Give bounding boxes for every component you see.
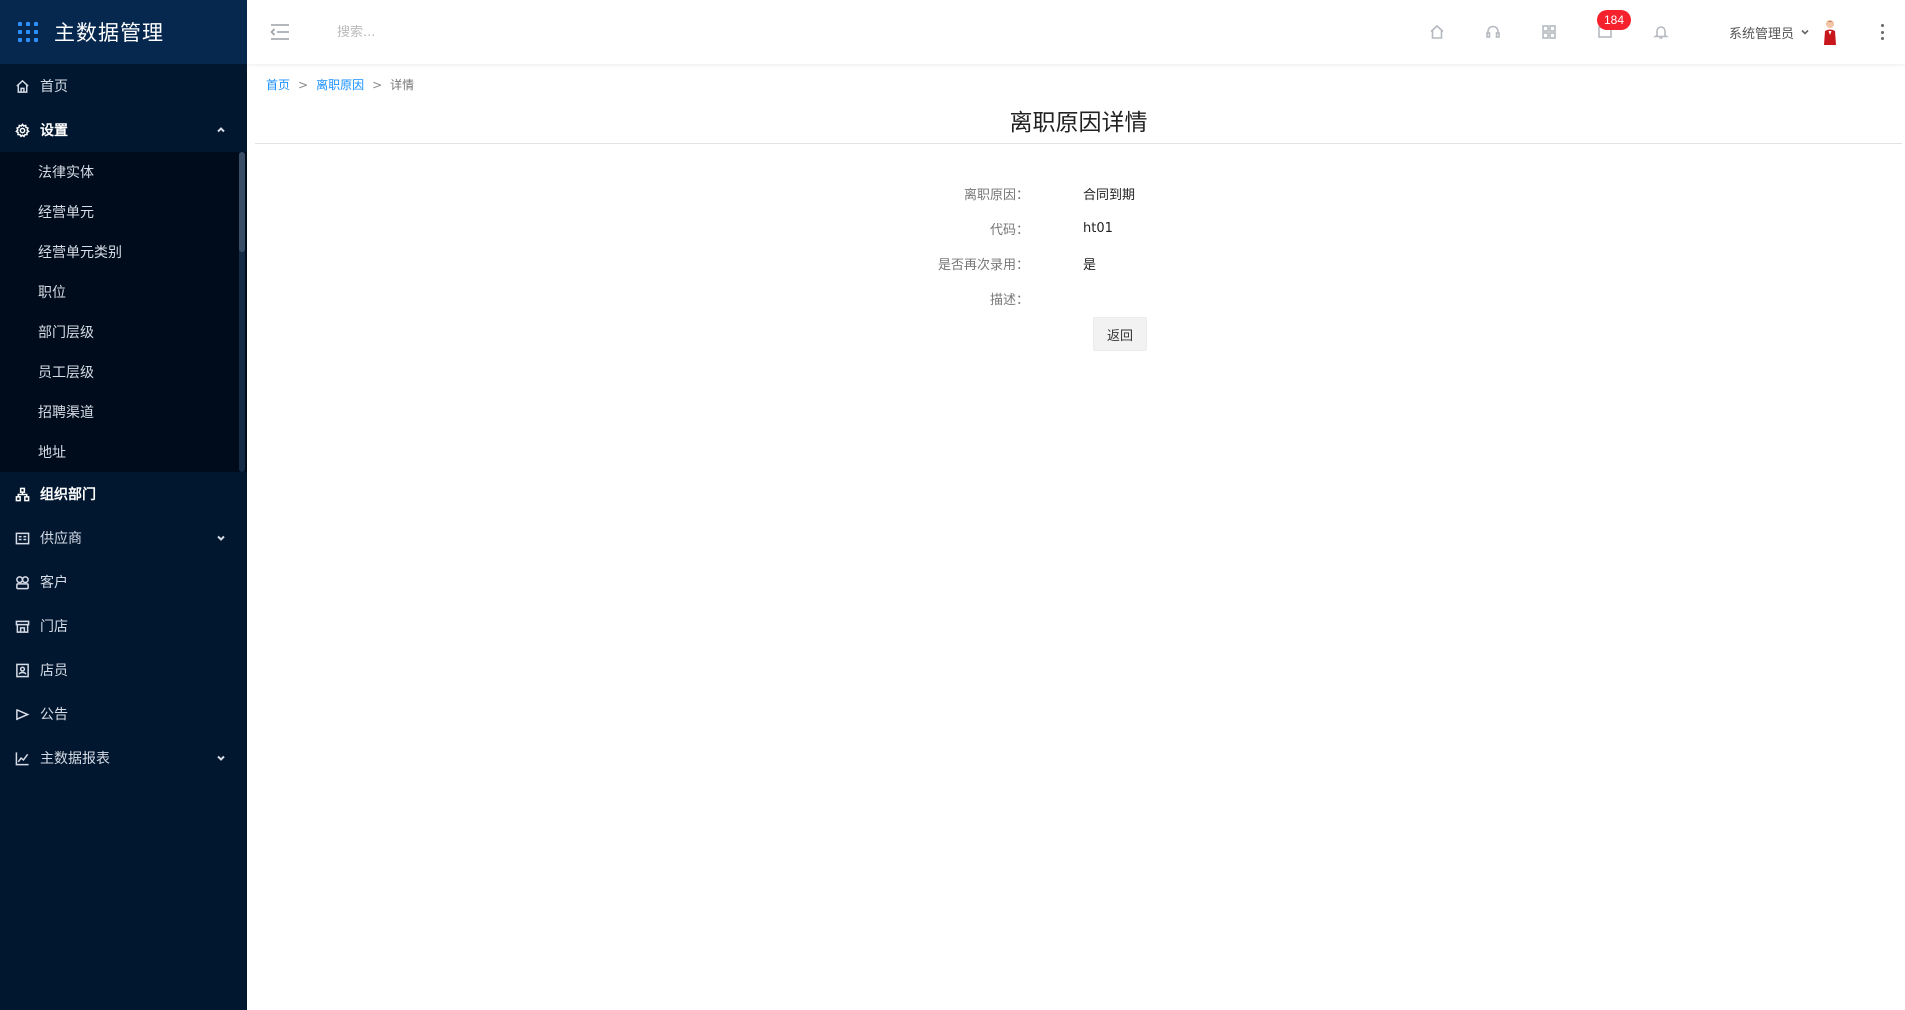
more-vertical-icon[interactable] <box>1879 24 1885 40</box>
announcement-icon <box>14 706 30 722</box>
sidebar-item-clerk[interactable]: 店员 <box>0 648 247 692</box>
chevron-down-icon <box>1800 27 1810 37</box>
detail-row: 描述： <box>247 288 1905 308</box>
sidebar-item-label: 门店 <box>40 619 68 635</box>
sidebar: 主数据管理 首页 设置 法律实体 经营单元 经营单元类别 职位 部门层级 员工层… <box>0 0 247 1010</box>
main-content: 首页 > 离职原因 > 详情 离职原因详情 离职原因： 合同到期 代码： ht0… <box>247 64 1905 1010</box>
field-label: 代码： <box>989 222 1029 238</box>
home-icon[interactable] <box>1427 22 1447 42</box>
settings-submenu: 法律实体 经营单元 经营单元类别 职位 部门层级 员工层级 招聘渠道 地址 <box>0 152 247 472</box>
sidebar-item-label: 店员 <box>40 663 68 679</box>
field-value: 合同到期 <box>1083 187 1136 203</box>
org-chart-icon <box>14 486 30 502</box>
field-label: 描述： <box>989 292 1029 308</box>
sidebar-item-settings[interactable]: 设置 <box>0 108 247 152</box>
detail-row: 是否再次录用： 是 <box>247 253 1905 273</box>
chevron-down-icon <box>215 752 227 764</box>
app-title: 主数据管理 <box>54 21 164 45</box>
headset-icon[interactable] <box>1483 22 1503 42</box>
sidebar-item-report[interactable]: 主数据报表 <box>0 736 247 780</box>
message-icon[interactable]: 184 <box>1595 10 1631 42</box>
breadcrumb-parent-link[interactable]: 离职原因 <box>316 76 364 93</box>
sidebar-item-label: 供应商 <box>40 531 82 547</box>
breadcrumb-separator: > <box>298 77 309 92</box>
sidebar-item-customer[interactable]: 客户 <box>0 560 247 604</box>
store-icon <box>14 618 30 634</box>
breadcrumb: 首页 > 离职原因 > 详情 <box>266 76 414 93</box>
sidebar-item-label: 设置 <box>40 123 68 139</box>
page-title: 离职原因详情 <box>255 104 1902 144</box>
supplier-icon <box>14 530 30 546</box>
sidebar-item-org-department[interactable]: 组织部门 <box>0 472 247 516</box>
breadcrumb-separator: > <box>372 77 383 92</box>
sidebar-item-announcement[interactable]: 公告 <box>0 692 247 736</box>
sidebar-item-home[interactable]: 首页 <box>0 64 247 108</box>
detail-row: 代码： ht01 <box>247 218 1905 238</box>
chevron-down-icon <box>215 532 227 544</box>
sidebar-item-label: 客户 <box>40 575 68 591</box>
sidebar-menu: 首页 设置 法律实体 经营单元 经营单元类别 职位 部门层级 员工层级 招聘渠道… <box>0 64 247 780</box>
field-value: ht01 <box>1083 220 1113 236</box>
avatar <box>1820 19 1840 45</box>
submenu-scrollbar-thumb[interactable] <box>239 152 245 252</box>
chart-icon <box>14 750 30 766</box>
top-header: 184 系统管理员 <box>247 0 1905 64</box>
sidebar-item-supplier[interactable]: 供应商 <box>0 516 247 560</box>
user-name: 系统管理员 <box>1729 26 1795 42</box>
sidebar-item-store[interactable]: 门店 <box>0 604 247 648</box>
breadcrumb-current: 详情 <box>390 78 415 92</box>
breadcrumb-home-link[interactable]: 首页 <box>266 76 290 93</box>
sidebar-subitem-business-unit[interactable]: 经营单元 <box>0 192 247 232</box>
sidebar-subitem-business-unit-type[interactable]: 经营单元类别 <box>0 232 247 272</box>
sidebar-item-label: 主数据报表 <box>40 751 110 767</box>
search-input[interactable] <box>337 24 537 40</box>
chevron-up-icon <box>215 124 227 136</box>
field-value: 是 <box>1083 257 1097 273</box>
sidebar-subitem-employee-level[interactable]: 员工层级 <box>0 352 247 392</box>
field-label: 离职原因： <box>963 187 1029 203</box>
sidebar-subitem-position[interactable]: 职位 <box>0 272 247 312</box>
notification-count-badge: 184 <box>1597 10 1631 30</box>
sidebar-subitem-department-level[interactable]: 部门层级 <box>0 312 247 352</box>
gear-icon <box>14 122 30 138</box>
sidebar-subitem-legal-entity[interactable]: 法律实体 <box>0 152 247 192</box>
sidebar-item-label: 公告 <box>40 707 68 723</box>
back-button[interactable]: 返回 <box>1093 317 1147 351</box>
customer-icon <box>14 574 30 590</box>
menu-collapse-icon[interactable] <box>269 21 291 43</box>
bell-icon[interactable] <box>1651 22 1671 42</box>
sidebar-item-label: 组织部门 <box>40 487 96 503</box>
sidebar-item-label: 首页 <box>40 79 68 95</box>
detail-row: 离职原因： 合同到期 <box>247 183 1905 203</box>
apps-grid-icon <box>18 22 38 42</box>
home-icon <box>14 78 30 94</box>
clerk-icon <box>14 662 30 678</box>
app-logo[interactable]: 主数据管理 <box>0 0 247 64</box>
sidebar-subitem-address[interactable]: 地址 <box>0 432 247 472</box>
sidebar-subitem-recruit-channel[interactable]: 招聘渠道 <box>0 392 247 432</box>
grid-icon[interactable] <box>1539 22 1559 42</box>
field-label: 是否再次录用： <box>937 257 1029 273</box>
